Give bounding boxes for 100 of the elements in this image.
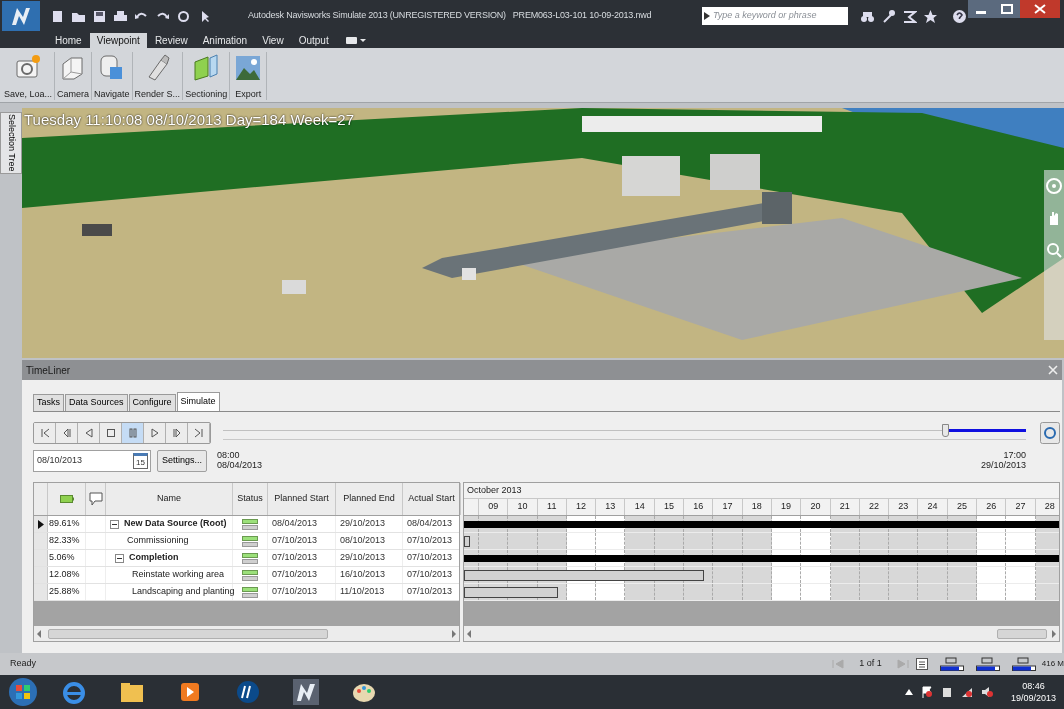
gantt-cell bbox=[859, 567, 890, 583]
gantt-cell bbox=[918, 533, 948, 549]
maximize-icon[interactable] bbox=[994, 0, 1020, 18]
refresh-icon[interactable] bbox=[1040, 422, 1060, 444]
device-icon[interactable] bbox=[940, 686, 953, 698]
slider-thumb[interactable] bbox=[941, 424, 949, 437]
ribbon-button[interactable]: Render S... bbox=[132, 52, 184, 100]
horizontal-scrollbar[interactable] bbox=[34, 626, 459, 641]
network-icon[interactable] bbox=[902, 8, 917, 24]
table-cell: 07/10/2013 bbox=[403, 533, 461, 549]
gantt-cell bbox=[742, 584, 772, 600]
time-slider[interactable] bbox=[223, 426, 1026, 440]
table-cell: 08/10/2013 bbox=[336, 533, 403, 549]
help-icon[interactable] bbox=[952, 8, 967, 24]
ribbon-button[interactable]: Save, Loa... bbox=[2, 52, 56, 100]
day-label: 17 bbox=[722, 500, 733, 514]
gantt-cell bbox=[537, 533, 567, 549]
table-cell: 29/10/2013 bbox=[336, 516, 403, 532]
ribbon-button[interactable]: Export bbox=[230, 52, 268, 100]
day-label: 13 bbox=[605, 500, 616, 514]
gantt-cell bbox=[830, 584, 860, 600]
column-header[interactable]: Status bbox=[233, 483, 268, 515]
horizontal-scrollbar[interactable] bbox=[464, 626, 1059, 641]
tab[interactable]: Data Sources bbox=[65, 394, 128, 411]
gantt-cell bbox=[918, 567, 948, 583]
ribbon-tab[interactable]: Animation bbox=[195, 33, 255, 48]
gantt-cell bbox=[859, 584, 890, 600]
gantt-cell bbox=[918, 584, 948, 600]
clock-date: 19/09/2013 bbox=[1010, 692, 1056, 704]
new-file-icon[interactable] bbox=[50, 8, 65, 24]
minimize-icon[interactable] bbox=[968, 0, 994, 18]
tab[interactable]: Configure bbox=[128, 394, 176, 411]
status-text: Ready bbox=[10, 657, 36, 671]
table-cell: 12.08% bbox=[48, 567, 86, 583]
day-label: 16 bbox=[693, 500, 704, 514]
scrollbar-thumb[interactable] bbox=[997, 628, 1047, 639]
end-date: 29/10/2013 bbox=[980, 460, 1026, 470]
scroll-right-icon[interactable] bbox=[1051, 629, 1057, 638]
tab[interactable]: Tasks bbox=[33, 394, 64, 411]
tab[interactable]: Simulate bbox=[176, 392, 220, 411]
day-label: 22 bbox=[869, 500, 879, 514]
side-panel-tab[interactable]: Selection Tree bbox=[0, 112, 22, 174]
show-hidden-icon[interactable] bbox=[904, 689, 913, 695]
start-button-icon[interactable] bbox=[8, 677, 38, 707]
volume-icon[interactable] bbox=[980, 686, 993, 698]
ribbon-tab[interactable]: View bbox=[255, 33, 291, 48]
column-header[interactable]: Name bbox=[106, 483, 233, 515]
app-menu-button[interactable] bbox=[2, 1, 40, 31]
gantt-cell bbox=[508, 533, 538, 549]
scroll-right-icon[interactable] bbox=[451, 629, 457, 638]
scroll-left-icon[interactable] bbox=[36, 629, 42, 638]
close-icon[interactable] bbox=[1020, 0, 1060, 18]
column-header[interactable]: Planned Start bbox=[268, 483, 336, 515]
column-header[interactable]: Actual Start bbox=[403, 483, 461, 515]
collapse-icon[interactable] bbox=[115, 553, 124, 563]
calendar-button[interactable]: 15 bbox=[133, 453, 148, 469]
ribbon-tab[interactable]: Review bbox=[147, 33, 195, 48]
start-time: 08:00 bbox=[217, 450, 241, 460]
ribbon-button[interactable]: Navigate bbox=[92, 52, 133, 100]
search-field[interactable]: Type a keyword or phrase bbox=[702, 7, 848, 25]
ribbon-tab[interactable]: Home bbox=[48, 33, 89, 48]
day-label: 12 bbox=[576, 500, 587, 514]
expand-icon[interactable] bbox=[704, 12, 710, 20]
close-icon[interactable] bbox=[1048, 365, 1058, 375]
flag-icon[interactable] bbox=[920, 686, 933, 698]
day-label: 14 bbox=[634, 500, 645, 514]
scroll-left-icon[interactable] bbox=[466, 629, 472, 638]
save-icon[interactable] bbox=[92, 8, 107, 24]
refresh-icon[interactable] bbox=[176, 8, 191, 24]
date-field[interactable]: 08/10/2013 15 bbox=[33, 450, 151, 472]
collapse-icon[interactable] bbox=[110, 519, 119, 529]
column-header[interactable]: Planned End bbox=[336, 483, 403, 515]
table-cell: 11/10/2013 bbox=[336, 584, 403, 600]
day-label: 19 bbox=[781, 500, 792, 514]
ribbon-tab[interactable]: Viewpoint bbox=[89, 33, 147, 48]
logo-icon bbox=[9, 5, 33, 27]
row-header[interactable] bbox=[34, 516, 48, 532]
ribbon-button[interactable]: Camera bbox=[55, 52, 93, 100]
scrollbar-thumb[interactable] bbox=[48, 628, 328, 639]
sheet-list-icon[interactable] bbox=[915, 658, 928, 670]
table-cell: New Data Source (Root) bbox=[124, 517, 227, 531]
star-icon[interactable] bbox=[923, 8, 938, 24]
ribbon-button[interactable]: Sectioning bbox=[183, 52, 231, 100]
start-date: 08/04/2013 bbox=[217, 460, 263, 470]
wrench-icon[interactable] bbox=[881, 8, 896, 24]
table-cell-text: Commissioning bbox=[126, 534, 189, 548]
print-icon[interactable] bbox=[113, 8, 128, 24]
settings-button[interactable]: Settings... bbox=[157, 450, 208, 472]
ribbon-tab[interactable]: Output bbox=[291, 33, 336, 48]
table-cell: 08/04/2013 bbox=[268, 516, 336, 532]
current-row-icon bbox=[37, 519, 44, 529]
gantt-cell bbox=[830, 533, 860, 549]
table-cell: 82.33% bbox=[48, 533, 86, 549]
signal-icon[interactable] bbox=[960, 686, 973, 698]
status-icon bbox=[242, 552, 258, 564]
gantt-cell bbox=[859, 533, 890, 549]
table-cell: 08/04/2013 bbox=[403, 516, 461, 532]
day-label: 26 bbox=[986, 500, 997, 514]
gantt-cell bbox=[713, 584, 743, 600]
camera-menu-icon[interactable] bbox=[344, 34, 367, 46]
